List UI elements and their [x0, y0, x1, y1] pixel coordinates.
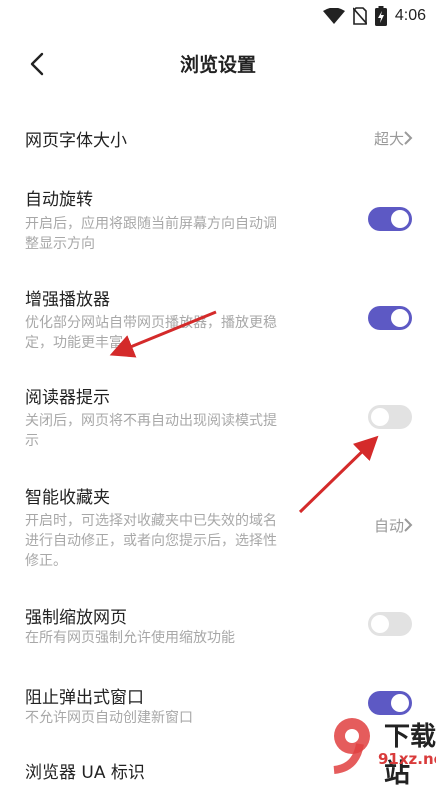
setting-description: 在所有网页强制允许使用缩放功能: [25, 630, 235, 646]
setting-smart-favorites[interactable]: 智能收藏夹 开启时，可选择对收藏夹中已失效的域名 进行自动修正，或者向您提示后，…: [0, 478, 436, 574]
battery-charging-icon: [374, 6, 387, 26]
setting-title: 阻止弹出式窗口: [25, 688, 144, 708]
setting-value: 自动: [373, 517, 404, 535]
status-bar: 4:06: [0, 0, 436, 32]
watermark-emblem: [333, 718, 370, 774]
setting-force-zoom: 强制缩放网页 在所有网页强制允许使用缩放功能: [0, 598, 436, 654]
watermark-logo: 下载站 91xz.net: [326, 714, 436, 789]
chevron-right-icon: [404, 131, 413, 145]
setting-description: 关闭后，网页将不再自动出现阅读模式提 示: [25, 413, 277, 449]
block-popups-toggle[interactable]: [368, 691, 412, 715]
status-time: 4:06: [394, 7, 426, 24]
status-icons: 4:06: [322, 4, 426, 28]
force-zoom-toggle[interactable]: [368, 612, 412, 636]
page-title: 浏览设置: [179, 54, 256, 76]
no-sim-icon: [352, 7, 367, 25]
setting-title: 浏览器 UA 标识: [25, 763, 145, 783]
setting-reader-prompt: 阅读器提示 关闭后，网页将不再自动出现阅读模式提 示: [0, 378, 436, 450]
watermark-url: 91xz.net: [378, 750, 436, 768]
setting-title: 网页字体大小: [25, 131, 127, 151]
enhanced-player-toggle[interactable]: [368, 306, 412, 330]
setting-title: 自动旋转: [25, 190, 93, 210]
chevron-right-icon: [404, 518, 413, 532]
setting-description: 不允许网页自动创建新窗口: [25, 710, 193, 726]
setting-value: 超大: [373, 130, 404, 148]
setting-enhanced-player: 增强播放器 优化部分网站自带网页播放器，播放更稳 定，功能更丰富: [0, 280, 436, 352]
setting-title: 强制缩放网页: [25, 608, 127, 628]
setting-title: 智能收藏夹: [25, 488, 110, 508]
wifi-icon: [322, 8, 345, 24]
header: 浏览设置: [0, 36, 436, 92]
setting-description: 优化部分网站自带网页播放器，播放更稳 定，功能更丰富: [25, 315, 277, 351]
setting-title: 增强播放器: [25, 290, 110, 310]
setting-title: 阅读器提示: [25, 388, 110, 408]
setting-description: 开启后，应用将跟随当前屏幕方向自动调 整显示方向: [25, 216, 277, 252]
reader-prompt-toggle[interactable]: [368, 405, 412, 429]
auto-rotate-toggle[interactable]: [368, 207, 412, 231]
setting-description: 开启时，可选择对收藏夹中已失效的域名 进行自动修正，或者向您提示后，选择性 修正…: [25, 513, 277, 569]
setting-font-size[interactable]: 网页字体大小 超大: [0, 118, 436, 158]
setting-auto-rotate: 自动旋转 开启后，应用将跟随当前屏幕方向自动调 整显示方向: [0, 180, 436, 252]
